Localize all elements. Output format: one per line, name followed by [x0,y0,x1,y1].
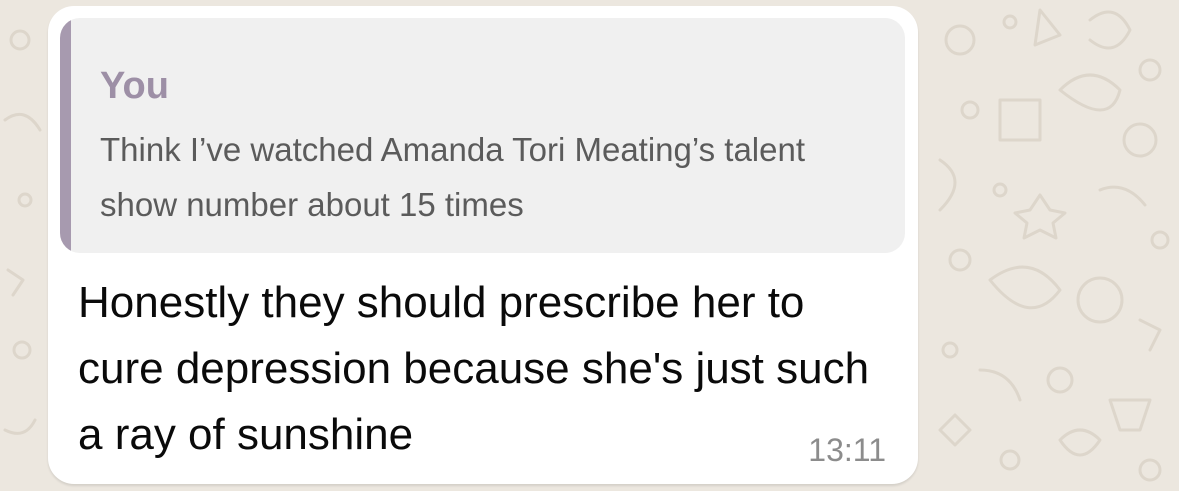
quoted-reply[interactable]: You Think I’ve watched Amanda Tori Meati… [60,18,905,253]
message-timestamp: 13:11 [808,432,886,468]
quote-accent-bar [60,18,71,253]
message-bubble[interactable]: You Think I’ve watched Amanda Tori Meati… [48,6,918,484]
quoted-author: You [100,65,169,107]
message-text: Honestly they should prescribe her to cu… [78,278,870,459]
quoted-message-text: Think I’ve watched Amanda Tori Meating’s… [100,131,806,223]
